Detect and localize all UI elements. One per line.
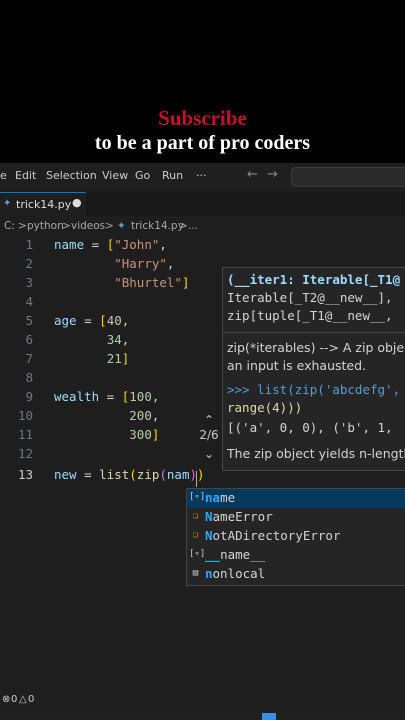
- subscribe-heading: Subscribe: [158, 106, 247, 130]
- class-icon: ❏: [192, 530, 199, 540]
- arrow-left-icon[interactable]: ←: [247, 167, 258, 182]
- keyword-icon: ▤: [192, 568, 199, 578]
- line-number: 10: [17, 408, 33, 423]
- vscode-window: e Edit Selection View Go Run ··· ← → ✦ t…: [0, 163, 405, 720]
- line-number: 4: [25, 294, 33, 309]
- doc-text: The zip object yields n-length: [227, 446, 405, 461]
- warning-count[interactable]: 0: [28, 694, 34, 705]
- code-text: 21]: [106, 351, 130, 366]
- breadcrumb-sep: >: [105, 220, 114, 232]
- suggestion-item[interactable]: ▤ nonlocal: [187, 565, 405, 584]
- class-icon: ❏: [192, 511, 199, 521]
- breadcrumb-file[interactable]: trick14.py: [131, 220, 184, 232]
- doc-text: an input is exhausted.: [227, 358, 367, 373]
- status-bar: ⊗ 0 △ 0: [0, 690, 405, 712]
- unsaved-dot-icon[interactable]: ●: [72, 196, 82, 209]
- chevron-up-icon[interactable]: ⌃: [204, 413, 214, 427]
- code-text: "Harry",: [114, 256, 175, 271]
- doc-text: zip(*iterables) --> A zip objec: [227, 340, 405, 355]
- taskbar: [0, 712, 405, 720]
- suggestion-item[interactable]: [∘] name: [187, 489, 405, 508]
- line-number: 12: [17, 446, 33, 461]
- error-count[interactable]: 0: [11, 694, 17, 705]
- line-number: 5: [25, 313, 33, 328]
- suggestion-label: nonlocal: [205, 566, 266, 581]
- suggestion-item[interactable]: ❏ NameError: [187, 508, 405, 527]
- line-number: 1: [25, 237, 33, 252]
- code-text: 300]: [129, 427, 160, 442]
- line-number: 2: [25, 256, 33, 271]
- line-number: 11: [17, 427, 33, 442]
- signature-help-popup[interactable]: (__iter1: Iterable[_T1@ Iterable[_T2@__n…: [222, 267, 405, 471]
- breadcrumb-sep: >: [62, 220, 71, 232]
- text-cursor: [196, 471, 197, 487]
- suggestion-label: __name__: [205, 547, 266, 562]
- suggestion-item[interactable]: [∘] __name__: [187, 546, 405, 565]
- example-code: range(4))): [227, 400, 303, 415]
- code-line[interactable]: 1 name = ["John",: [0, 237, 405, 256]
- breadcrumb-python[interactable]: python: [27, 220, 64, 232]
- suggestion-item[interactable]: ❏ NotADirectoryError: [187, 527, 405, 546]
- python-file-icon: ✦: [117, 220, 126, 232]
- suggestion-label: NameError: [205, 509, 273, 524]
- code-text: 34,: [106, 332, 130, 347]
- breadcrumb-symbol[interactable]: ...: [188, 220, 198, 232]
- suggestion-label: name: [205, 490, 236, 505]
- tab-label: trick14.py: [16, 198, 72, 211]
- example-code: >>> list(zip('abcdefg',: [227, 382, 405, 397]
- breadcrumb-drive[interactable]: C:: [4, 220, 15, 232]
- variable-icon: [∘]: [189, 549, 206, 559]
- arrow-right-icon[interactable]: →: [267, 167, 278, 182]
- breadcrumb: C: > python > videos > ✦ trick14.py > ..…: [0, 219, 405, 235]
- error-icon[interactable]: ⊗: [2, 694, 10, 705]
- code-text: wealth = [100,: [54, 389, 160, 404]
- menu-run[interactable]: Run: [162, 169, 183, 182]
- code-text: new = list(zip(nam)): [54, 467, 205, 482]
- code-text: name = ["John",: [54, 237, 167, 252]
- menu-file[interactable]: e: [0, 169, 7, 182]
- overload-index: 2/6: [199, 428, 219, 442]
- suggestion-list[interactable]: [∘] name ❏ NameError ❏ NotADirectoryErro…: [186, 488, 405, 586]
- menu-go[interactable]: Go: [135, 169, 150, 182]
- menu-bar: e Edit Selection View Go Run ··· ← →: [0, 163, 405, 189]
- line-number: 3: [25, 275, 33, 290]
- code-text: "Bhurtel"]: [114, 275, 190, 290]
- code-text: age = [40,: [54, 313, 130, 328]
- tab-bar: ✦ trick14.py ●: [0, 192, 405, 216]
- menu-view[interactable]: View: [102, 169, 128, 182]
- python-file-icon: ✦: [3, 198, 12, 209]
- line-number: 6: [25, 332, 33, 347]
- code-text: 200,: [129, 408, 160, 423]
- promo-banner: Subscribe to be a part of pro coders: [0, 0, 405, 163]
- signature-line: (__iter1: Iterable[_T1@: [227, 272, 401, 287]
- divider: [223, 332, 405, 333]
- tab-trick14[interactable]: ✦ trick14.py ●: [0, 192, 86, 216]
- menu-edit[interactable]: Edit: [15, 169, 36, 182]
- line-number: 9: [25, 389, 33, 404]
- line-number: 13: [17, 467, 33, 482]
- line-number: 7: [25, 351, 33, 366]
- variable-icon: [∘]: [189, 492, 206, 502]
- breadcrumb-videos[interactable]: videos: [71, 220, 105, 232]
- line-number: 8: [25, 370, 33, 385]
- overload-counter: ⌃ 2/6 ⌄: [196, 413, 222, 461]
- windows-start-icon[interactable]: [262, 713, 276, 720]
- signature-line: zip[tuple[_T1@__new__,: [227, 308, 401, 323]
- signature-line: Iterable[_T2@__new__],: [227, 290, 393, 305]
- breadcrumb-sep: >: [179, 220, 188, 232]
- warning-icon[interactable]: △: [19, 694, 27, 705]
- menu-more[interactable]: ···: [196, 169, 207, 182]
- example-code: [('a', 0, 0), ('b', 1,: [227, 420, 401, 435]
- chevron-down-icon[interactable]: ⌄: [204, 447, 214, 461]
- suggestion-label: NotADirectoryError: [205, 528, 341, 543]
- banner-tagline: to be a part of pro coders: [94, 132, 311, 154]
- menu-selection[interactable]: Selection: [46, 169, 97, 182]
- command-center-search[interactable]: [291, 167, 405, 187]
- breadcrumb-sep: >: [18, 220, 27, 232]
